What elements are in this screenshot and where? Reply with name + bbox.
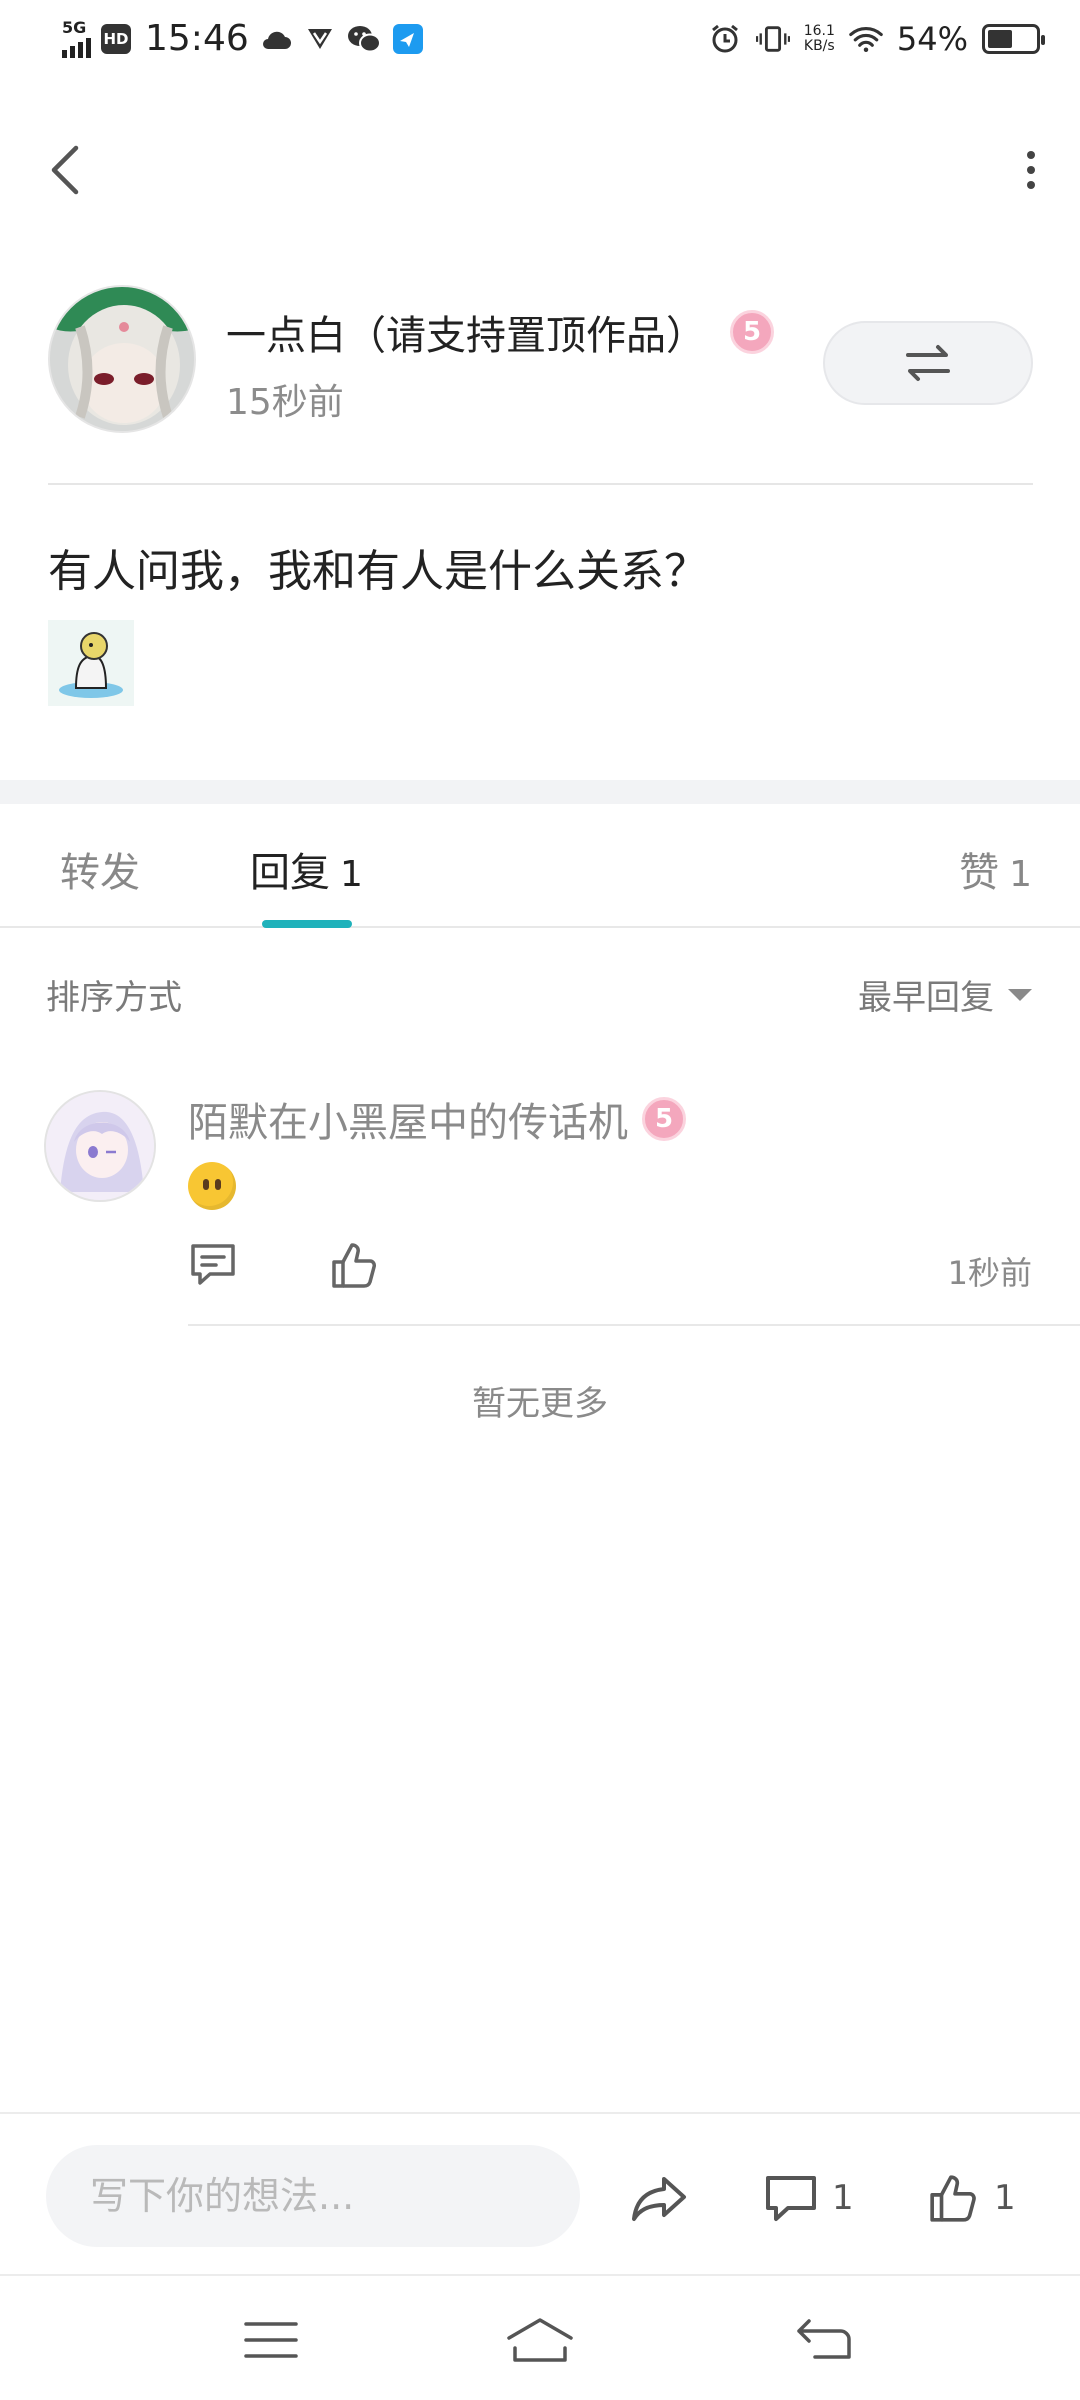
wechat-icon [347,22,381,56]
divider [0,2112,1080,2114]
like-button[interactable]: 1 [928,2168,1016,2228]
alarm-icon [708,22,742,56]
active-tab-indicator [262,920,352,928]
share-button[interactable] [630,2168,688,2228]
thumbs-up-icon [930,2175,976,2222]
network-type: 5G [62,17,87,37]
reply-comment-button[interactable] [188,1240,238,1290]
divider [48,483,1033,485]
reply-author-avatar[interactable] [44,1090,156,1202]
post-text: 有人问我，我和有人是什么关系？ [48,546,708,597]
network-speed: 16.1 KB/s [803,23,835,54]
share-arrow-icon [632,2177,686,2221]
thumbs-up-icon [332,1243,376,1288]
author-avatar[interactable] [48,285,196,433]
signal-icon [62,36,91,58]
level-badge: 5 [730,310,774,354]
comment-count: 1 [832,2178,854,2218]
app-notification-icon [391,22,425,56]
clock: 15:46 [145,18,249,59]
system-navigation-bar [0,2290,1080,2400]
swap-arrows-icon [906,345,950,381]
reply-actions: 1秒前 [188,1240,1080,1300]
more-vertical-icon [1027,151,1035,189]
back-nav-button[interactable] [784,2310,864,2370]
reply-time: 1秒前 [947,1254,1032,1292]
post-time: 15秒前 [226,382,344,423]
wifi-icon [849,22,883,56]
menu-icon [244,2322,298,2358]
back-arrow-icon [797,2319,851,2359]
cloud-icon [259,22,293,56]
comments-button[interactable]: 1 [764,2168,854,2228]
caret-down-icon [1008,988,1032,1001]
comment-icon [766,2176,816,2221]
top-bar [0,120,1080,220]
sort-label: 排序方式 [46,978,182,1018]
no-more-text: 暂无更多 [472,1384,608,1424]
tab-replies[interactable]: 回复 1 [250,840,363,898]
sort-dropdown[interactable]: 最早回复 [858,970,1032,1019]
home-button[interactable] [500,2310,580,2370]
more-options-button[interactable] [1006,138,1056,202]
hd-icon: HD [101,23,131,54]
home-icon [507,2318,573,2362]
reply-author-name[interactable]: 陌默在小黑屋中的传话机 5 [188,1090,686,1148]
neutral-face-emoji [188,1162,236,1210]
replies-count: 1 [340,854,363,895]
repost-toggle-button[interactable] [823,321,1033,405]
level-badge: 5 [642,1097,686,1141]
section-separator [0,780,1080,804]
battery-percent: 54% [896,20,968,58]
back-button[interactable] [40,138,90,202]
divider [188,1324,1080,1326]
comment-input[interactable] [46,2145,580,2247]
post-image[interactable] [48,620,134,706]
tab-bar: 转发 回复 1 赞1 [0,804,1080,928]
status-bar: 5G HD 15:46 16.1 KB/s 54% [0,0,1080,84]
vibrate-icon [755,22,790,56]
likes-count: 1 [1009,854,1032,895]
post-author: 一点白（请支持置顶作品） 5 15秒前 [48,285,1033,435]
reply-item: 陌默在小黑屋中的传话机 5 1秒前 [44,1090,1080,1330]
comment-icon [191,1244,235,1285]
divider [0,2274,1080,2276]
heart-shield-icon [303,22,337,56]
recent-apps-button[interactable] [231,2310,311,2370]
chevron-left-icon [51,145,79,195]
like-count: 1 [994,2178,1016,2218]
tab-likes[interactable]: 赞1 [959,840,1032,898]
author-name[interactable]: 一点白（请支持置顶作品） 5 [226,303,774,361]
tab-reposts[interactable]: 转发 [60,840,140,898]
reply-like-button[interactable] [330,1240,380,1290]
battery-icon [982,24,1045,54]
